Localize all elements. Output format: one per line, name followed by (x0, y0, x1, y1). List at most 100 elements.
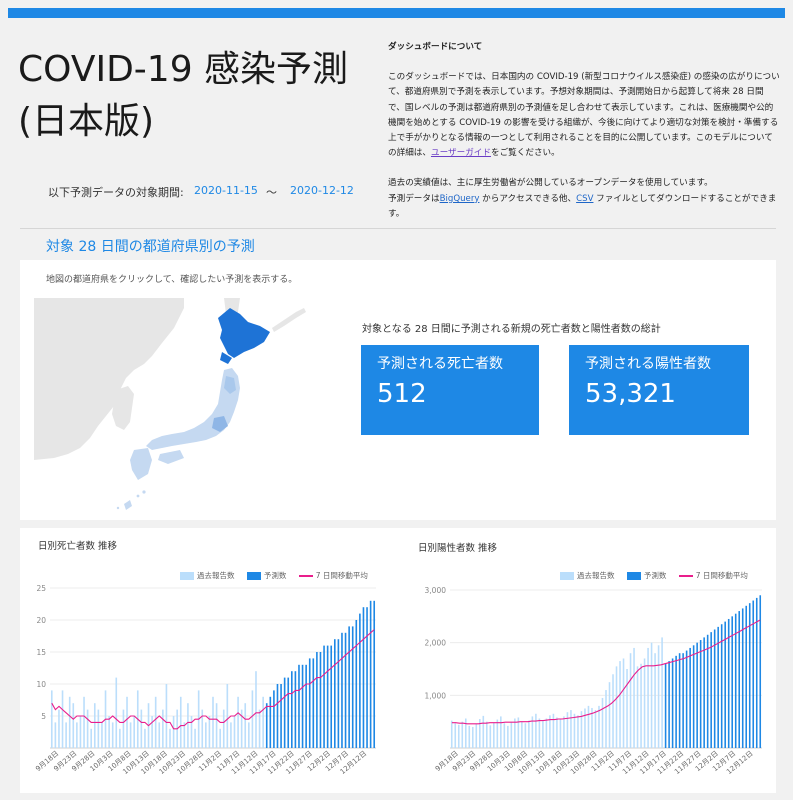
legend-moving-average: 7 日間移動平均 (695, 571, 748, 580)
bar-past (573, 713, 576, 748)
bar-forecast (359, 613, 361, 748)
bar-past (154, 696, 157, 748)
bar-forecast (362, 607, 365, 748)
bar-past (587, 705, 590, 748)
bar-forecast (668, 661, 670, 748)
bar-past (119, 728, 121, 748)
bar-past (72, 703, 75, 748)
japan-map[interactable] (34, 298, 354, 512)
bar-forecast (276, 684, 279, 748)
map-island-1 (142, 490, 146, 494)
deaths-chart[interactable]: 5101520259月18日9月23日9月28日10月3日10月8日10月13日… (28, 580, 380, 790)
bar-forecast (752, 600, 755, 748)
bigquery-link[interactable]: BigQuery (440, 194, 480, 204)
bar-forecast (287, 677, 290, 748)
bar-past (507, 725, 509, 748)
legend-past: 過去報告数 (197, 571, 235, 580)
bar-past (158, 722, 161, 748)
bar-past (54, 722, 57, 748)
period-end-date[interactable]: 2020-12-12 (290, 184, 354, 197)
bar-past (140, 709, 143, 748)
kpi-cases-card: 予測される陽性者数 53,321 (569, 345, 749, 435)
bar-past (76, 722, 78, 748)
bar-past (450, 720, 453, 748)
period-start-date[interactable]: 2020-11-15 (194, 184, 258, 197)
bar-past (570, 710, 572, 748)
bar-past (79, 716, 82, 748)
bar-past (654, 653, 656, 748)
y-tick-label: 2,000 (425, 639, 447, 648)
bar-forecast (717, 626, 719, 748)
page-title-line1: COVID-19 感染予測 (18, 49, 349, 90)
bar-past (475, 723, 478, 748)
bar-past (577, 715, 579, 748)
bar-past (647, 647, 649, 748)
bar-past (61, 690, 64, 748)
bar-past (598, 705, 600, 748)
bar-forecast (675, 655, 677, 748)
bar-forecast (337, 639, 340, 748)
bar-past (566, 712, 569, 748)
bar-forecast (273, 690, 275, 748)
kpi-deaths-card: 予測される死亡者数 512 (361, 345, 539, 435)
bar-forecast (678, 653, 681, 748)
kpi-cases-label: 予測される陽性者数 (585, 356, 711, 372)
bar-past (464, 718, 467, 748)
cases-chart[interactable]: 1,0002,0003,0009月18日9月23日9月28日10月3日10月8日… (406, 580, 766, 790)
bar-past (626, 669, 628, 748)
bar-forecast (344, 632, 347, 748)
bar-forecast (369, 600, 372, 748)
bar-past (468, 725, 471, 748)
legend-forecast: 予測数 (263, 571, 287, 580)
forecast-period: 以下予測データの対象期間: 2020-11-15 〜 2020-12-12 (48, 184, 354, 200)
bar-past (233, 716, 236, 748)
bar-forecast (373, 600, 376, 748)
map-island-3 (116, 506, 120, 510)
period-separator: 〜 (266, 186, 277, 199)
bar-past (457, 724, 460, 748)
period-label: 以下予測データの対象期間: (48, 186, 184, 199)
trend-charts-card: 日別死亡者数 推移 過去報告数 予測数 7 日間移動平均 5 10 15 20 25 9月… (20, 528, 776, 793)
bar-past (162, 709, 164, 748)
bar-past (650, 642, 653, 748)
bar-past (542, 721, 544, 748)
bar-forecast (682, 653, 684, 748)
user-guide-link[interactable]: ユーザーガイド (431, 148, 491, 158)
bar-past (50, 690, 53, 748)
bar-past (172, 716, 175, 748)
legend-moving-average: 7 日間移動平均 (315, 571, 368, 580)
bar-past (194, 728, 196, 748)
bar-forecast (351, 626, 354, 748)
bar-past (619, 661, 621, 748)
map-hint: 地図の都道府県をクリックして、確認したい予測を表示する。 (46, 275, 298, 285)
bar-forecast (283, 677, 286, 748)
bar-past (545, 718, 548, 748)
bar-forecast (265, 703, 268, 748)
bar-past (215, 703, 218, 748)
map-island-2 (136, 494, 140, 498)
bar-past (454, 723, 457, 748)
section-title: 対象 28 日間の都道府県別の予測 (46, 239, 255, 255)
bar-forecast (298, 664, 300, 748)
bar-past (190, 716, 193, 748)
y-tick-label: 15 (36, 648, 46, 657)
bar-forecast (305, 664, 307, 748)
bar-forecast (326, 645, 329, 748)
cases-chart-title: 日別陽性者数 推移 (418, 543, 498, 554)
bar-past (629, 653, 632, 748)
csv-link[interactable]: CSV (576, 194, 593, 204)
bar-forecast (330, 645, 333, 748)
bar-past (222, 709, 225, 748)
bar-past (615, 666, 618, 748)
y-tick-label: 5 (41, 712, 46, 721)
page-title-line2: (日本版) (18, 101, 155, 142)
bar-past (584, 708, 586, 748)
bar-past (528, 720, 530, 748)
about-paragraph-1: このダッシュボードでは、日本国内の COVID-19 (新型コロナウイルス感染症… (388, 72, 780, 159)
bar-forecast (294, 671, 297, 748)
bar-past (129, 722, 132, 748)
bar-forecast (713, 629, 716, 748)
bar-forecast (703, 637, 705, 748)
bar-past (559, 718, 562, 748)
bar-forecast (323, 645, 325, 748)
